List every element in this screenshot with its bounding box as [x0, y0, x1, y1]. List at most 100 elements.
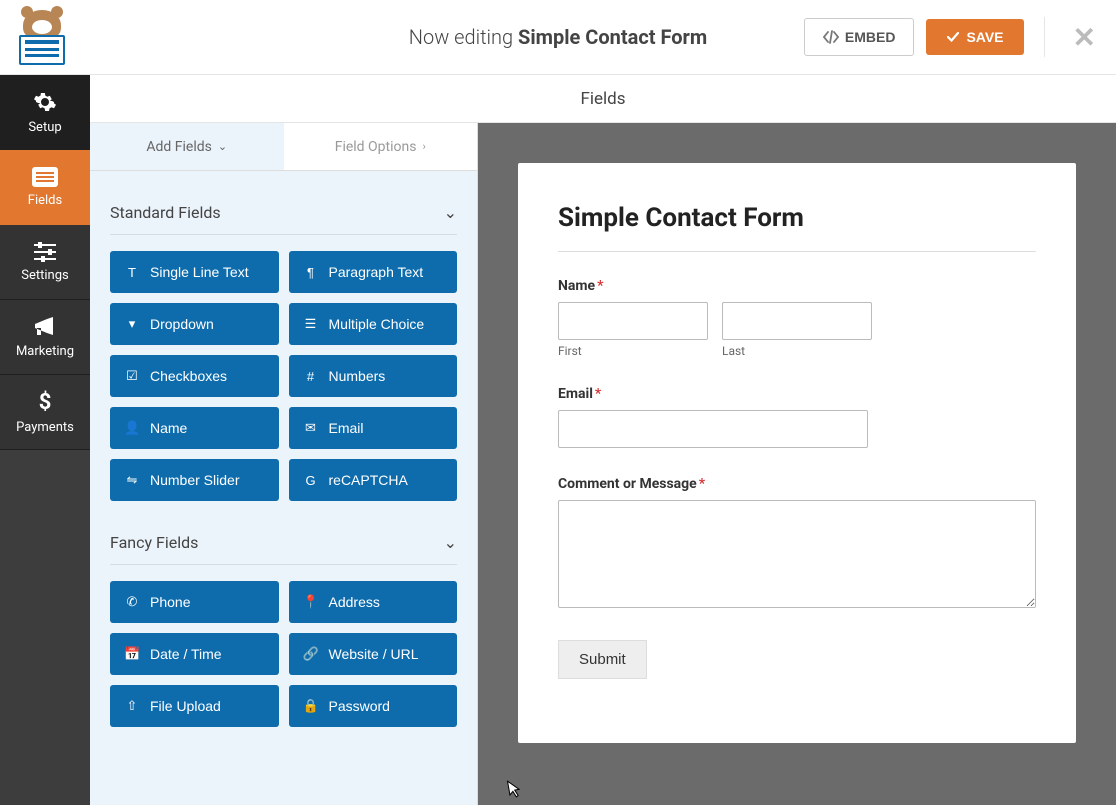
workspace: Add Fields ⌄ Field Options › Standard Fi… — [90, 123, 1116, 805]
last-name-input[interactable] — [722, 302, 872, 340]
first-name-col: First — [558, 302, 708, 358]
section-fancy-fields[interactable]: Fancy Fields ⌄ — [110, 521, 457, 565]
embed-label: EMBED — [845, 29, 896, 45]
slider-icon: ⇋ — [124, 472, 140, 488]
field-type-label: Name — [150, 420, 187, 436]
tab-add-fields-label: Add Fields — [146, 139, 212, 155]
field-type-label: Single Line Text — [150, 264, 249, 280]
numbers-icon: # — [303, 369, 319, 384]
submit-button[interactable]: Submit — [558, 640, 647, 679]
form-name: Simple Contact Form — [518, 25, 707, 49]
tab-add-fields[interactable]: Add Fields ⌄ — [90, 123, 284, 170]
left-sidebar: Setup Fields Settings Marketing $ Paymen… — [0, 75, 90, 805]
checkboxes-icon: ☑ — [124, 368, 140, 384]
name-label: Name* — [558, 278, 1036, 294]
tab-field-options[interactable]: Field Options › — [284, 123, 478, 170]
field-type-slider[interactable]: ⇋ Number Slider — [110, 459, 279, 501]
email-label: Email* — [558, 386, 1036, 402]
save-button[interactable]: SAVE — [926, 19, 1023, 55]
field-type-phone[interactable]: ✆ Phone — [110, 581, 279, 623]
section-fancy-title: Fancy Fields — [110, 533, 198, 552]
fields-panel: Add Fields ⌄ Field Options › Standard Fi… — [90, 123, 478, 805]
field-type-email[interactable]: ✉Email — [289, 407, 458, 449]
panel-body[interactable]: Standard Fields ⌄ T Single Line Text ¶Para… — [90, 171, 477, 805]
check-icon — [946, 30, 960, 44]
field-type-label: File Upload — [150, 698, 221, 714]
field-type-checkboxes[interactable]: ☑Checkboxes — [110, 355, 279, 397]
embed-button[interactable]: EMBED — [804, 18, 915, 56]
bullhorn-icon — [33, 316, 57, 338]
fields-header: Fields — [90, 75, 1116, 123]
field-email[interactable]: Email* — [558, 386, 1036, 448]
field-type-paragraph[interactable]: ¶Paragraph Text — [289, 251, 458, 293]
standard-field-grid: T Single Line Text ¶Paragraph Text ▾ Dropdow… — [110, 251, 457, 501]
divider — [1044, 17, 1045, 57]
recaptcha-icon: G — [303, 473, 319, 488]
nav-marketing[interactable]: Marketing — [0, 300, 90, 375]
field-type-url[interactable]: 🔗 Website / URL — [289, 633, 458, 675]
phone-icon: ✆ — [124, 594, 140, 610]
save-label: SAVE — [966, 29, 1003, 45]
field-type-label: Numbers — [329, 368, 386, 384]
comment-textarea[interactable] — [558, 500, 1036, 608]
first-sublabel: First — [558, 344, 708, 358]
field-type-date[interactable]: 📅Date / Time — [110, 633, 279, 675]
editing-title: Now editing Simple Contact Form — [409, 25, 707, 49]
last-name-col: Last — [722, 302, 872, 358]
field-type-single-line[interactable]: T Single Line Text — [110, 251, 279, 293]
required-marker: * — [699, 476, 705, 492]
panel-tabs: Add Fields ⌄ Field Options › — [90, 123, 477, 171]
dropdown-icon: ▾ — [124, 316, 140, 332]
field-type-name[interactable]: 👤 Name — [110, 407, 279, 449]
form-canvas[interactable]: Simple Contact Form Name* First Last — [478, 123, 1116, 805]
field-type-label: Website / URL — [329, 646, 419, 662]
required-marker: * — [597, 278, 603, 294]
field-type-label: Paragraph Text — [329, 264, 424, 280]
url-icon: 🔗 — [303, 646, 319, 662]
tab-field-options-label: Field Options — [335, 139, 417, 155]
nav-fields[interactable]: Fields — [0, 150, 90, 225]
nav-payments[interactable]: $ Payments — [0, 375, 90, 450]
date-icon: 📅 — [124, 646, 140, 662]
field-type-label: Dropdown — [150, 316, 214, 332]
chevron-down-icon: ⌄ — [218, 140, 227, 153]
field-type-label: Multiple Choice — [329, 316, 425, 332]
field-type-label: Number Slider — [150, 472, 239, 488]
chevron-down-icon: ⌄ — [444, 203, 457, 222]
field-type-upload[interactable]: ⇧File Upload — [110, 685, 279, 727]
field-type-label: reCAPTCHA — [329, 472, 408, 488]
form-preview[interactable]: Simple Contact Form Name* First Last — [518, 163, 1076, 743]
first-name-input[interactable] — [558, 302, 708, 340]
field-type-multiple[interactable]: ☰Multiple Choice — [289, 303, 458, 345]
nav-setup[interactable]: Setup — [0, 75, 90, 150]
field-name[interactable]: Name* First Last — [558, 278, 1036, 358]
topbar-actions: EMBED SAVE ✕ — [804, 17, 1104, 57]
form-divider — [558, 251, 1036, 252]
dollar-icon: $ — [37, 390, 53, 414]
wpforms-logo[interactable] — [12, 10, 72, 65]
nav-settings-label: Settings — [21, 268, 68, 283]
field-type-numbers[interactable]: # Numbers — [289, 355, 458, 397]
field-type-label: Phone — [150, 594, 190, 610]
field-type-recaptcha[interactable]: GreCAPTCHA — [289, 459, 458, 501]
topbar: Now editing Simple Contact Form EMBED SA… — [0, 0, 1116, 75]
nav-fields-label: Fields — [28, 193, 62, 208]
password-icon: 🔒 — [303, 698, 319, 714]
field-comment[interactable]: Comment or Message* — [558, 476, 1036, 612]
close-button[interactable]: ✕ — [1065, 21, 1104, 54]
form-icon — [32, 167, 58, 187]
sliders-icon — [33, 242, 57, 262]
chevron-right-icon: › — [422, 140, 425, 153]
section-standard-fields[interactable]: Standard Fields ⌄ — [110, 191, 457, 235]
nav-payments-label: Payments — [16, 420, 74, 435]
email-input[interactable] — [558, 410, 868, 448]
field-type-dropdown[interactable]: ▾ Dropdown — [110, 303, 279, 345]
name-icon: 👤 — [124, 420, 140, 436]
nav-settings[interactable]: Settings — [0, 225, 90, 300]
single-line-icon: T — [124, 265, 140, 280]
editing-prefix: Now editing — [409, 25, 518, 49]
field-type-address[interactable]: 📍Address — [289, 581, 458, 623]
gear-icon — [33, 90, 57, 114]
code-icon — [823, 30, 839, 44]
field-type-password[interactable]: 🔒Password — [289, 685, 458, 727]
